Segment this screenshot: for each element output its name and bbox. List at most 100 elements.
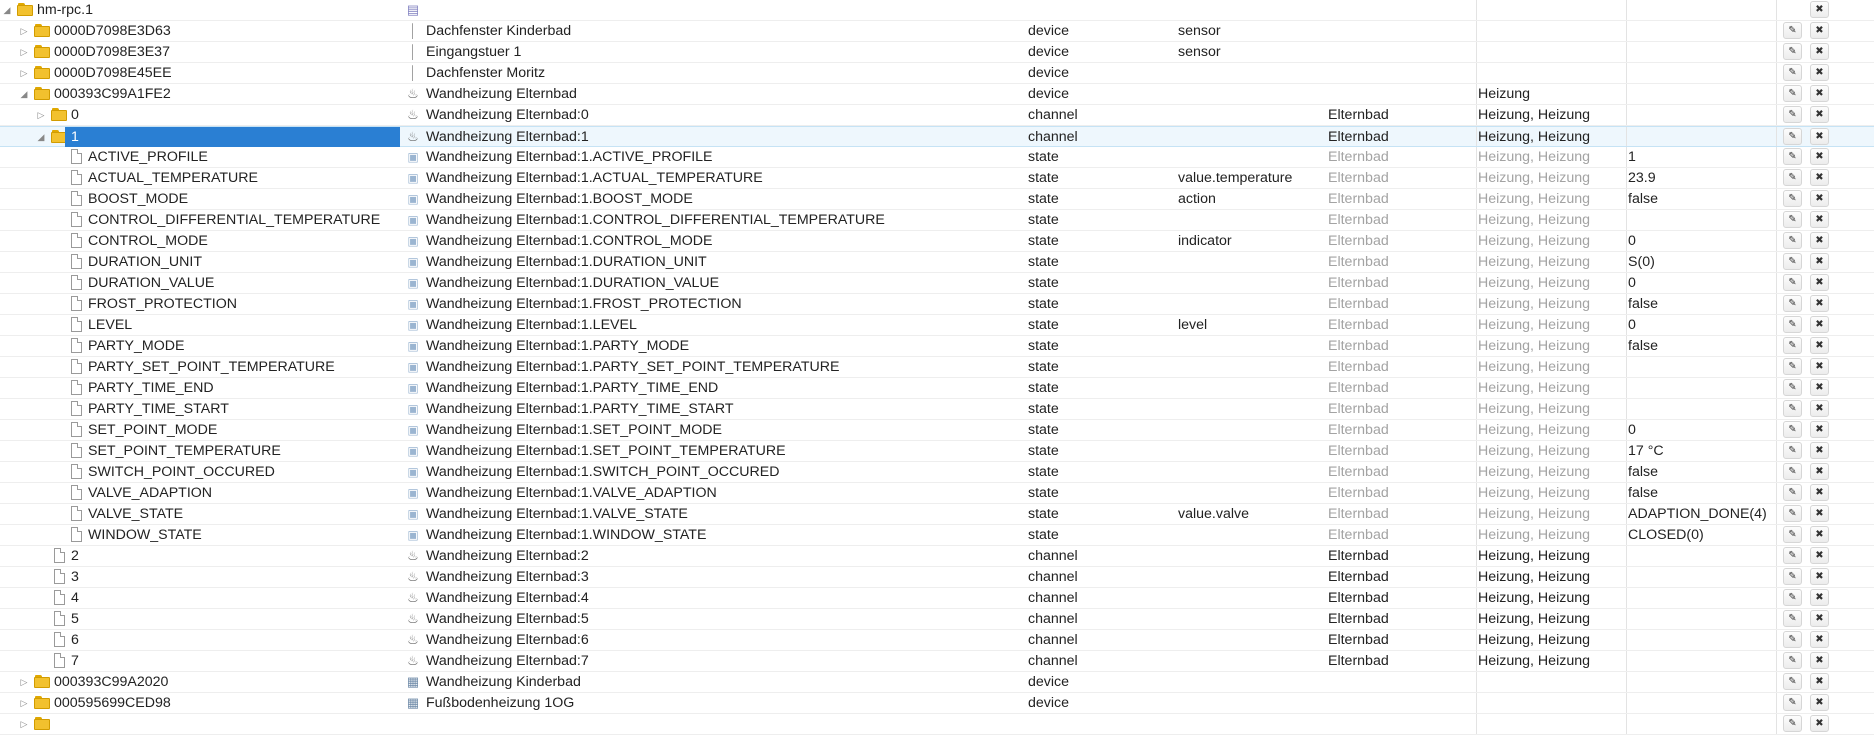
delete-button[interactable]: ✖ <box>1810 358 1829 375</box>
edit-button[interactable]: ✎ <box>1783 631 1802 648</box>
object-value[interactable]: false <box>1628 336 1778 356</box>
edit-button[interactable]: ✎ <box>1783 148 1802 165</box>
object-id[interactable]: ACTUAL_TEMPERATURE <box>88 168 258 188</box>
tree-row[interactable]: PARTY_TIME_END ▣ Wandheizung Elternbad:1.P… <box>0 378 1874 399</box>
object-value[interactable]: 1 <box>1628 147 1778 167</box>
object-id[interactable]: 7 <box>71 651 79 671</box>
delete-button[interactable]: ✖ <box>1810 85 1829 102</box>
edit-button[interactable]: ✎ <box>1783 22 1802 39</box>
edit-button[interactable]: ✎ <box>1783 610 1802 627</box>
expand-toggle-icon[interactable]: ▷ <box>17 693 31 713</box>
delete-button[interactable]: ✖ <box>1810 295 1829 312</box>
tree-row[interactable]: ▷ 0000D7098E45EE │ Dachfenster Moritz device… <box>0 63 1874 84</box>
edit-button[interactable]: ✎ <box>1783 484 1802 501</box>
edit-button[interactable]: ✎ <box>1783 274 1802 291</box>
tree-row[interactable]: VALVE_ADAPTION ▣ Wandheizung Elternbad:1.V… <box>0 483 1874 504</box>
object-id[interactable]: 000393C99A2020 <box>54 672 168 692</box>
delete-button[interactable]: ✖ <box>1810 421 1829 438</box>
tree-row[interactable]: 4 ♨ Wandheizung Elternbad:4 channel Elternba… <box>0 588 1874 609</box>
object-id[interactable]: DURATION_VALUE <box>88 273 214 293</box>
object-id[interactable]: SET_POINT_MODE <box>88 420 217 440</box>
object-value[interactable]: ADAPTION_DONE(4) <box>1628 504 1778 524</box>
tree-row[interactable]: LEVEL ▣ Wandheizung Elternbad:1.LEVEL state… <box>0 315 1874 336</box>
tree-row[interactable]: ▷ ✎ ✖ <box>0 714 1874 735</box>
tree-row[interactable]: SWITCH_POINT_OCCURED ▣ Wandheizung Elternb… <box>0 462 1874 483</box>
object-id[interactable]: VALVE_ADAPTION <box>88 483 212 503</box>
tree-row[interactable]: ACTIVE_PROFILE ▣ Wandheizung Elternbad:1.A… <box>0 147 1874 168</box>
delete-button[interactable]: ✖ <box>1810 526 1829 543</box>
collapse-toggle-icon[interactable]: ◢ <box>17 84 31 104</box>
tree-row[interactable]: 6 ♨ Wandheizung Elternbad:6 channel Elternba… <box>0 630 1874 651</box>
expand-toggle-icon[interactable]: ▷ <box>34 105 48 125</box>
object-id[interactable]: 4 <box>71 588 79 608</box>
edit-button[interactable]: ✎ <box>1783 379 1802 396</box>
tree-row[interactable]: ACTUAL_TEMPERATURE ▣ Wandheizung Elternbad… <box>0 168 1874 189</box>
edit-button[interactable]: ✎ <box>1783 43 1802 60</box>
object-id[interactable]: 5 <box>71 609 79 629</box>
object-id[interactable]: 1 <box>65 127 400 147</box>
edit-button[interactable]: ✎ <box>1783 442 1802 459</box>
delete-button[interactable]: ✖ <box>1810 484 1829 501</box>
edit-button[interactable]: ✎ <box>1783 505 1802 522</box>
tree-row[interactable]: 3 ♨ Wandheizung Elternbad:3 channel Elternba… <box>0 567 1874 588</box>
object-id[interactable]: PARTY_TIME_START <box>88 399 229 419</box>
delete-button[interactable]: ✖ <box>1810 106 1829 123</box>
object-value[interactable]: 17 °C <box>1628 441 1778 461</box>
object-id[interactable]: 6 <box>71 630 79 650</box>
delete-button[interactable]: ✖ <box>1810 715 1829 732</box>
delete-button[interactable]: ✖ <box>1810 463 1829 480</box>
delete-button[interactable]: ✖ <box>1810 190 1829 207</box>
tree-row[interactable]: ▷ 0000D7098E3D63 │ Dachfenster Kinderbad dev… <box>0 21 1874 42</box>
tree-row[interactable]: ▷ 000595699CED98 ▦ Fußbodenheizung 1OG devic… <box>0 693 1874 714</box>
object-id[interactable]: 3 <box>71 567 79 587</box>
delete-button[interactable]: ✖ <box>1810 568 1829 585</box>
object-id[interactable]: 000595699CED98 <box>54 693 171 713</box>
edit-button[interactable]: ✎ <box>1783 253 1802 270</box>
delete-button[interactable]: ✖ <box>1810 631 1829 648</box>
delete-button[interactable]: ✖ <box>1810 64 1829 81</box>
tree-row[interactable]: ▷ 0000D7098E3E37 │ Eingangstuer 1 device sens… <box>0 42 1874 63</box>
delete-button[interactable]: ✖ <box>1810 232 1829 249</box>
object-id[interactable]: SWITCH_POINT_OCCURED <box>88 462 275 482</box>
collapse-toggle-icon[interactable]: ◢ <box>0 0 14 20</box>
tree-row[interactable]: ▷ 0 ♨ Wandheizung Elternbad:0 channel Elternb… <box>0 105 1874 126</box>
edit-button[interactable]: ✎ <box>1783 169 1802 186</box>
delete-button[interactable]: ✖ <box>1810 652 1829 669</box>
edit-button[interactable]: ✎ <box>1783 316 1802 333</box>
object-value[interactable]: false <box>1628 294 1778 314</box>
delete-button[interactable]: ✖ <box>1810 337 1829 354</box>
object-value[interactable]: 0 <box>1628 315 1778 335</box>
object-value[interactable]: 0 <box>1628 273 1778 293</box>
object-id[interactable]: SET_POINT_TEMPERATURE <box>88 441 281 461</box>
delete-button[interactable]: ✖ <box>1810 148 1829 165</box>
tree-row[interactable]: BOOST_MODE ▣ Wandheizung Elternbad:1.BOOST… <box>0 189 1874 210</box>
object-id[interactable]: ACTIVE_PROFILE <box>88 147 208 167</box>
tree-row[interactable]: ◢ hm-rpc.1 ▤ ✖ <box>0 0 1874 21</box>
tree-row[interactable]: VALVE_STATE ▣ Wandheizung Elternbad:1.VALV… <box>0 504 1874 525</box>
edit-button[interactable]: ✎ <box>1783 232 1802 249</box>
edit-button[interactable]: ✎ <box>1783 64 1802 81</box>
edit-button[interactable]: ✎ <box>1783 568 1802 585</box>
tree-row[interactable]: 2 ♨ Wandheizung Elternbad:2 channel Elternba… <box>0 546 1874 567</box>
object-id[interactable]: CONTROL_DIFFERENTIAL_TEMPERATURE <box>88 210 380 230</box>
tree-row[interactable]: CONTROL_DIFFERENTIAL_TEMPERATURE ▣ Wandhei… <box>0 210 1874 231</box>
object-id[interactable]: FROST_PROTECTION <box>88 294 237 314</box>
tree-row[interactable]: ◢ 1 ♨ Wandheizung Elternbad:1 channel Elternb… <box>0 126 1874 147</box>
expand-toggle-icon[interactable]: ▷ <box>17 42 31 62</box>
tree-row[interactable]: DURATION_VALUE ▣ Wandheizung Elternbad:1.D… <box>0 273 1874 294</box>
delete-button[interactable]: ✖ <box>1810 316 1829 333</box>
edit-button[interactable]: ✎ <box>1783 128 1802 145</box>
object-id[interactable]: PARTY_SET_POINT_TEMPERATURE <box>88 357 335 377</box>
edit-button[interactable]: ✎ <box>1783 463 1802 480</box>
object-id[interactable]: PARTY_TIME_END <box>88 378 214 398</box>
delete-button[interactable]: ✖ <box>1810 442 1829 459</box>
expand-toggle-icon[interactable]: ▷ <box>17 714 31 734</box>
object-id[interactable]: 000393C99A1FE2 <box>54 84 171 104</box>
delete-button[interactable]: ✖ <box>1810 43 1829 60</box>
edit-button[interactable]: ✎ <box>1783 694 1802 711</box>
edit-button[interactable]: ✎ <box>1783 526 1802 543</box>
collapse-toggle-icon[interactable]: ◢ <box>34 127 48 147</box>
object-value[interactable]: false <box>1628 189 1778 209</box>
object-id[interactable]: 0 <box>71 105 79 125</box>
delete-button[interactable]: ✖ <box>1810 169 1829 186</box>
